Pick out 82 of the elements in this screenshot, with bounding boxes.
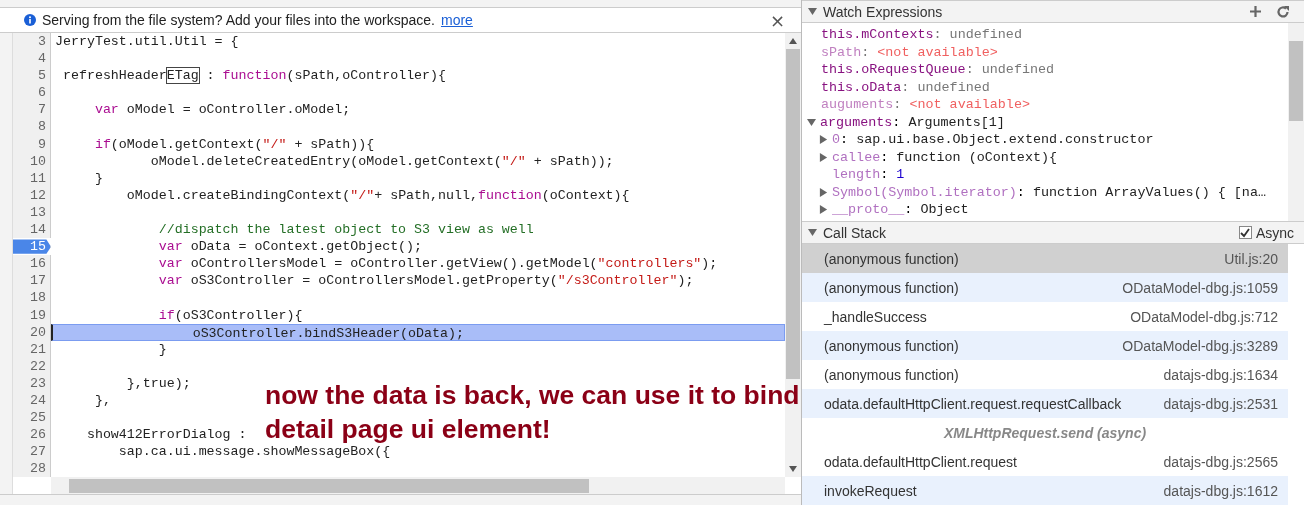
watch-expression: this.oRequestQueue: undefined	[821, 62, 1055, 77]
close-button[interactable]: ×	[765, 9, 789, 31]
call-stack-header[interactable]: Call Stack Async	[802, 221, 1304, 244]
annotation-text: detail page ui element!	[265, 414, 552, 444]
code-line: sap.ca.ui.message.showMessageBox({	[117, 443, 391, 461]
property-entry: 0: sap.ui.base.Object.extend.constructor	[832, 131, 1154, 149]
source-location: datajs-dbg.js:2565	[1163, 453, 1278, 470]
function-name: odata.defaultHttpClient.request	[824, 453, 1017, 470]
function-name: (anonymous function)	[824, 250, 959, 267]
async-label: Async	[1255, 224, 1294, 241]
property-entry: length: 1	[832, 166, 905, 184]
code-line: show412ErrorDialog :	[85, 426, 247, 444]
async-separator: XMLHttpRequest.send (async)	[942, 423, 1148, 443]
code-line: },	[93, 391, 111, 410]
line-number[interactable]: 28	[13, 460, 51, 477]
horizontal-scrollbar[interactable]	[51, 477, 785, 494]
line-number[interactable]: 17	[13, 272, 51, 290]
more-link[interactable]: more	[440, 12, 473, 28]
property-entry: Symbol(Symbol.iterator): function ArrayValues() { [na…	[832, 183, 1266, 201]
collapse-triangle-icon[interactable]	[808, 228, 817, 237]
call-stack-frame[interactable]: odata.defaultHttpClient.request.requestCallback datajs-dbg.js:2531	[802, 389, 1288, 418]
function-name: (anonymous function)	[824, 366, 959, 383]
code-line: var oModel = oController.oModel;	[93, 101, 351, 119]
section-title: Watch Expressions	[823, 3, 943, 20]
line-number[interactable]: 14	[13, 221, 51, 239]
code-line: var oData = oContext.getObject();	[157, 238, 423, 256]
source-location: Util.js:20	[1224, 250, 1278, 267]
function-name: (anonymous function)	[824, 279, 959, 296]
code-line: if(oS3Controller){	[157, 306, 303, 324]
scroll-up-arrow-icon[interactable]	[789, 38, 797, 44]
annotation-text: now the data is back, we can use it to bind	[265, 380, 800, 410]
breakpoint-marker[interactable]: 15	[13, 238, 51, 256]
code-line: JerryTest.util.Util = {	[54, 33, 239, 51]
info-message: Serving from the file system? Add your files into the workspace.	[42, 12, 435, 28]
watch-expression: auguments: <not available>	[821, 97, 1030, 112]
scroll-down-arrow-icon[interactable]	[789, 466, 797, 472]
property-entry: callee: function (oContext){	[832, 148, 1058, 166]
code-line: if(oModel.getContext("/" + sPath)){	[93, 135, 375, 153]
watch-expression: this.oData: undefined	[821, 79, 990, 95]
source-location: ODataModel-dbg.js:712	[1130, 308, 1278, 325]
line-number[interactable]: 25	[13, 409, 51, 427]
line-number[interactable]: 18	[13, 289, 51, 307]
code-line: var oControllersModel = oController.getView().getModel("controllers");	[157, 255, 718, 273]
line-number[interactable]: 27	[13, 443, 51, 461]
function-name: (anonymous function)	[824, 337, 959, 354]
watch-expressions-header[interactable]: Watch Expressions	[802, 0, 1304, 23]
function-name: odata.defaultHttpClient.request.requestCallback	[824, 395, 1122, 412]
code-line: //dispatch the latest object to S3 view as well	[157, 221, 534, 239]
property-entry: __proto__: Object	[832, 201, 969, 219]
code-line: }	[157, 340, 167, 358]
call-stack-frame[interactable]: (anonymous function) ODataModel-dbg.js:3289	[802, 331, 1288, 360]
watch-expression: arguments: Arguments[1]	[820, 113, 1005, 131]
line-number[interactable]: 5	[13, 67, 51, 85]
vertical-scrollbar[interactable]	[1288, 23, 1304, 221]
line-number[interactable]: 16	[13, 255, 51, 273]
info-icon	[24, 14, 36, 26]
call-stack-frame[interactable]: (anonymous function) Util.js:20	[802, 244, 1288, 273]
code-line: oModel.deleteCreatedEntry(oModel.getContext("/" + sPath));	[149, 152, 614, 170]
code-line: oModel.createBindingContext("/"+ sPath,null,function(oContext){	[125, 186, 630, 204]
line-number[interactable]: 8	[13, 118, 51, 136]
code-line: },true);	[125, 374, 191, 392]
watch-expression: sPath: <not available>	[821, 44, 998, 60]
line-number[interactable]: 26	[13, 426, 51, 444]
function-name: invokeRequest	[824, 482, 917, 499]
call-stack-frame[interactable]: (anonymous function) ODataModel-dbg.js:1059	[802, 273, 1288, 302]
call-stack-frame[interactable]: invokeRequest datajs-dbg.js:1612	[802, 476, 1288, 505]
function-name: _handleSuccess	[824, 308, 927, 325]
source-location: datajs-dbg.js:2531	[1163, 395, 1278, 412]
source-location: ODataModel-dbg.js:3289	[1122, 337, 1278, 354]
source-location: datajs-dbg.js:1612	[1163, 482, 1278, 499]
collapse-triangle-icon[interactable]	[808, 7, 817, 16]
line-number[interactable]: 6	[13, 84, 51, 102]
section-title: Call Stack	[823, 224, 887, 241]
async-checkbox[interactable]	[1238, 226, 1252, 239]
code-line: var oS3Controller = oControllersModel.getProperty("/s3Controller");	[157, 272, 694, 290]
code-line: }	[93, 169, 103, 187]
line-number[interactable]: 4	[13, 50, 51, 68]
line-number[interactable]: 3	[13, 33, 51, 51]
line-number[interactable]: 7	[13, 101, 51, 119]
source-location: ODataModel-dbg.js:1059	[1122, 279, 1278, 296]
watch-expression: this.mContexts: undefined	[821, 27, 1022, 42]
source-location: datajs-dbg.js:1634	[1163, 366, 1278, 383]
